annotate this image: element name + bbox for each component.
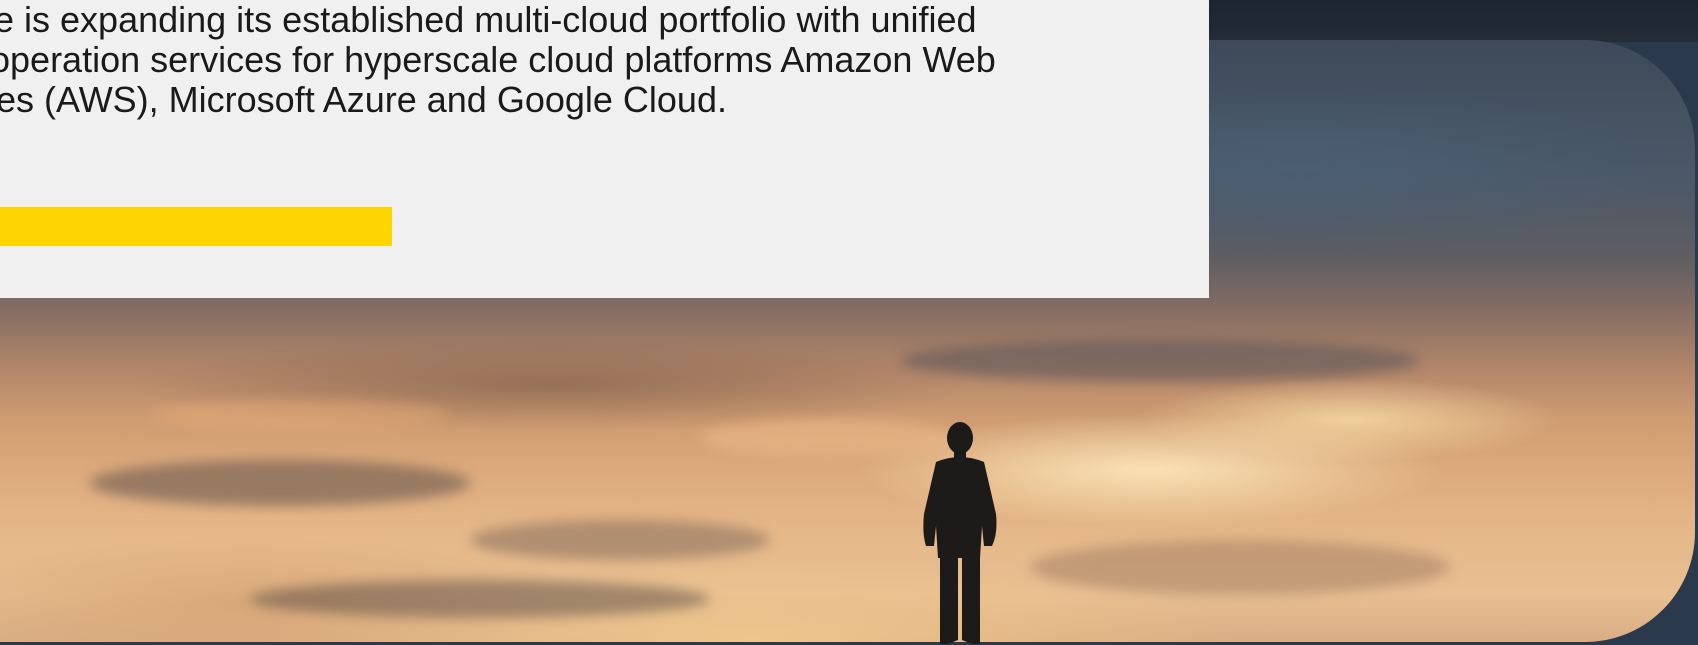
cloud-shape (1030, 540, 1450, 595)
intro-line: e is expanding its established multi-clo… (0, 0, 977, 40)
intro-text-panel: e is expanding its established multi-clo… (0, 0, 1209, 298)
intro-line: operation services for hyperscale cloud … (0, 39, 996, 80)
cloud-shape (900, 340, 1420, 382)
person-silhouette-icon (923, 422, 997, 644)
cloud-shape (90, 460, 470, 506)
intro-line: es (AWS), Microsoft Azure and Google Clo… (0, 79, 727, 120)
cloud-shape (150, 400, 450, 430)
hero-section: e is expanding its established multi-clo… (0, 0, 1698, 645)
cta-button[interactable] (0, 207, 392, 246)
cloud-shape (250, 580, 710, 618)
top-dark-band (1150, 0, 1698, 42)
intro-paragraph: e is expanding its established multi-clo… (0, 0, 1209, 120)
cloud-shape (470, 520, 770, 560)
